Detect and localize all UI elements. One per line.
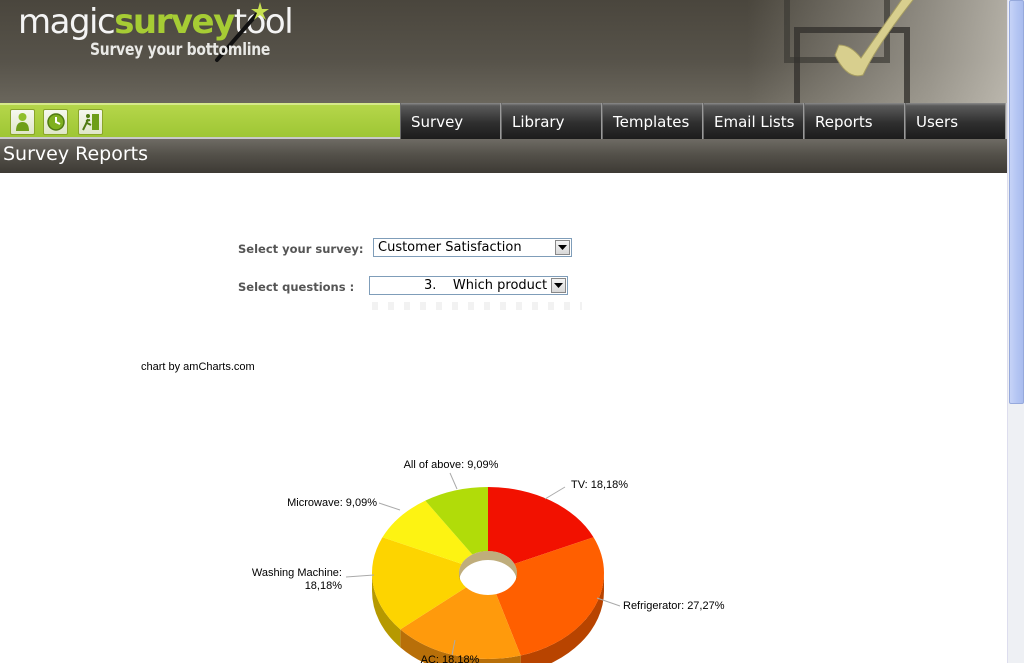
label-all-of-above: All of above: 9,09% [404, 459, 499, 471]
label-washing-machine: Washing Machine: [252, 567, 342, 579]
vertical-scrollbar[interactable] [1007, 0, 1024, 663]
label-washing-machine-value: 18,18% [305, 580, 343, 592]
scrollbar-thumb[interactable] [1009, 0, 1024, 404]
label-microwave: Microwave: 9,09% [287, 497, 377, 509]
label-refrigerator: Refrigerator: 27,27% [623, 600, 725, 612]
label-all-of-above-leader [449, 472, 458, 490]
label-tv-leader [544, 486, 566, 500]
label-ac: AC: 18,18% [421, 654, 480, 663]
label-microwave-leader [378, 502, 401, 511]
label-tv: TV: 18,18% [571, 479, 628, 491]
pie-chart: TV: 18,18% Refrigerator: 27,27% AC: 18,18%… [252, 459, 725, 663]
label-washing-machine-leader [345, 574, 375, 578]
donut-hole [460, 567, 516, 589]
